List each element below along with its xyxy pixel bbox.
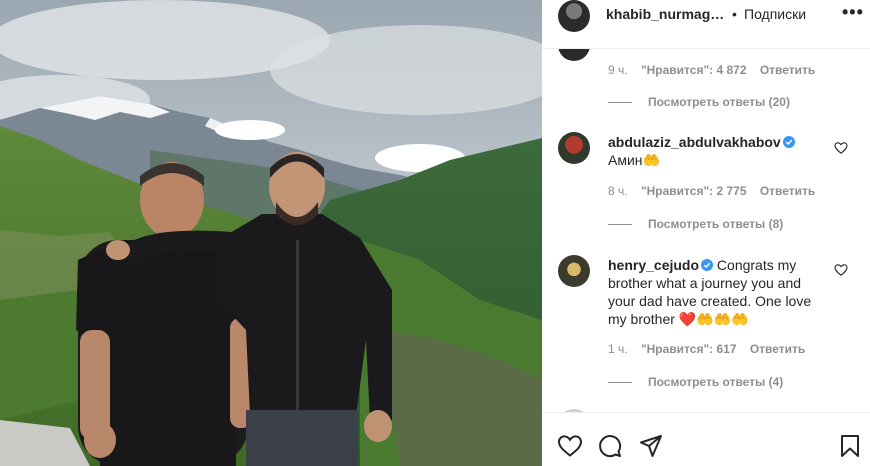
verified-badge-icon [782,136,795,148]
comment-body: abdulaziz_abdulvakhabov Амин🤲 [608,133,828,169]
comment-text: Амин🤲 [608,152,660,168]
reply-button[interactable]: Ответить [760,63,815,77]
reply-button[interactable]: Ответить [750,342,805,356]
view-replies-label: Посмотреть ответы (8) [648,217,784,231]
share-icon[interactable] [638,433,664,459]
comments-panel: khabib_nurmagomedov • Подписки ••• 9 ч. … [542,0,870,466]
commenter-username[interactable]: abdulaziz_abdulvakhabov [608,134,781,150]
comment-likes[interactable]: "Нравится": 4 872 [641,63,747,77]
comment-likes[interactable]: "Нравится": 617 [641,342,737,356]
comment-time[interactable]: 9 ч. [608,63,628,77]
comment-likes[interactable]: "Нравится": 2 775 [641,184,747,198]
comment-icon[interactable] [597,433,623,459]
commenter-avatar[interactable] [558,132,590,164]
like-comment-heart-icon[interactable] [834,141,848,155]
bookmark-icon[interactable] [837,433,863,459]
following-button[interactable]: Подписки [744,6,806,22]
more-options-icon[interactable]: ••• [842,2,864,23]
commenter-avatar[interactable] [558,255,590,287]
like-comment-heart-icon[interactable] [834,263,848,277]
comment-body: henry_cejudo Congrats my brother what a … [608,256,828,328]
replies-divider [608,102,632,104]
view-replies-label: Посмотреть ответы (20) [648,95,790,109]
post-photo[interactable] [0,0,542,466]
reply-button[interactable]: Ответить [760,184,815,198]
verified-badge-icon [701,259,714,271]
view-replies-button[interactable]: Посмотреть ответы (8) [608,217,783,231]
view-replies-button[interactable]: Посмотреть ответы (4) [608,375,783,389]
view-replies-button[interactable]: Посмотреть ответы (20) [608,95,790,109]
comment-meta: 1 ч. "Нравится": 617 Ответить [608,342,815,356]
author-avatar[interactable] [558,0,590,32]
post-actions [542,412,870,466]
post-header: khabib_nurmagomedov • Подписки ••• [542,0,870,49]
comment-time[interactable]: 1 ч. [608,342,628,356]
heart-icon[interactable] [557,433,583,459]
replies-divider [608,224,632,226]
commenter-username[interactable]: henry_cejudo [608,257,699,273]
commenter-avatar[interactable] [558,49,590,61]
comment-time[interactable]: 8 ч. [608,184,628,198]
comment-list[interactable]: 9 ч. "Нравится": 4 872 Ответить Посмотре… [542,49,870,412]
header-separator: • [732,6,737,22]
replies-divider [608,382,632,384]
view-replies-label: Посмотреть ответы (4) [648,375,784,389]
comment-meta: 8 ч. "Нравится": 2 775 Ответить [608,184,825,198]
comment-meta: 9 ч. "Нравится": 4 872 Ответить [608,63,825,77]
author-username[interactable]: khabib_nurmagomedov [606,6,731,22]
mountain-portrait-image [0,0,542,466]
